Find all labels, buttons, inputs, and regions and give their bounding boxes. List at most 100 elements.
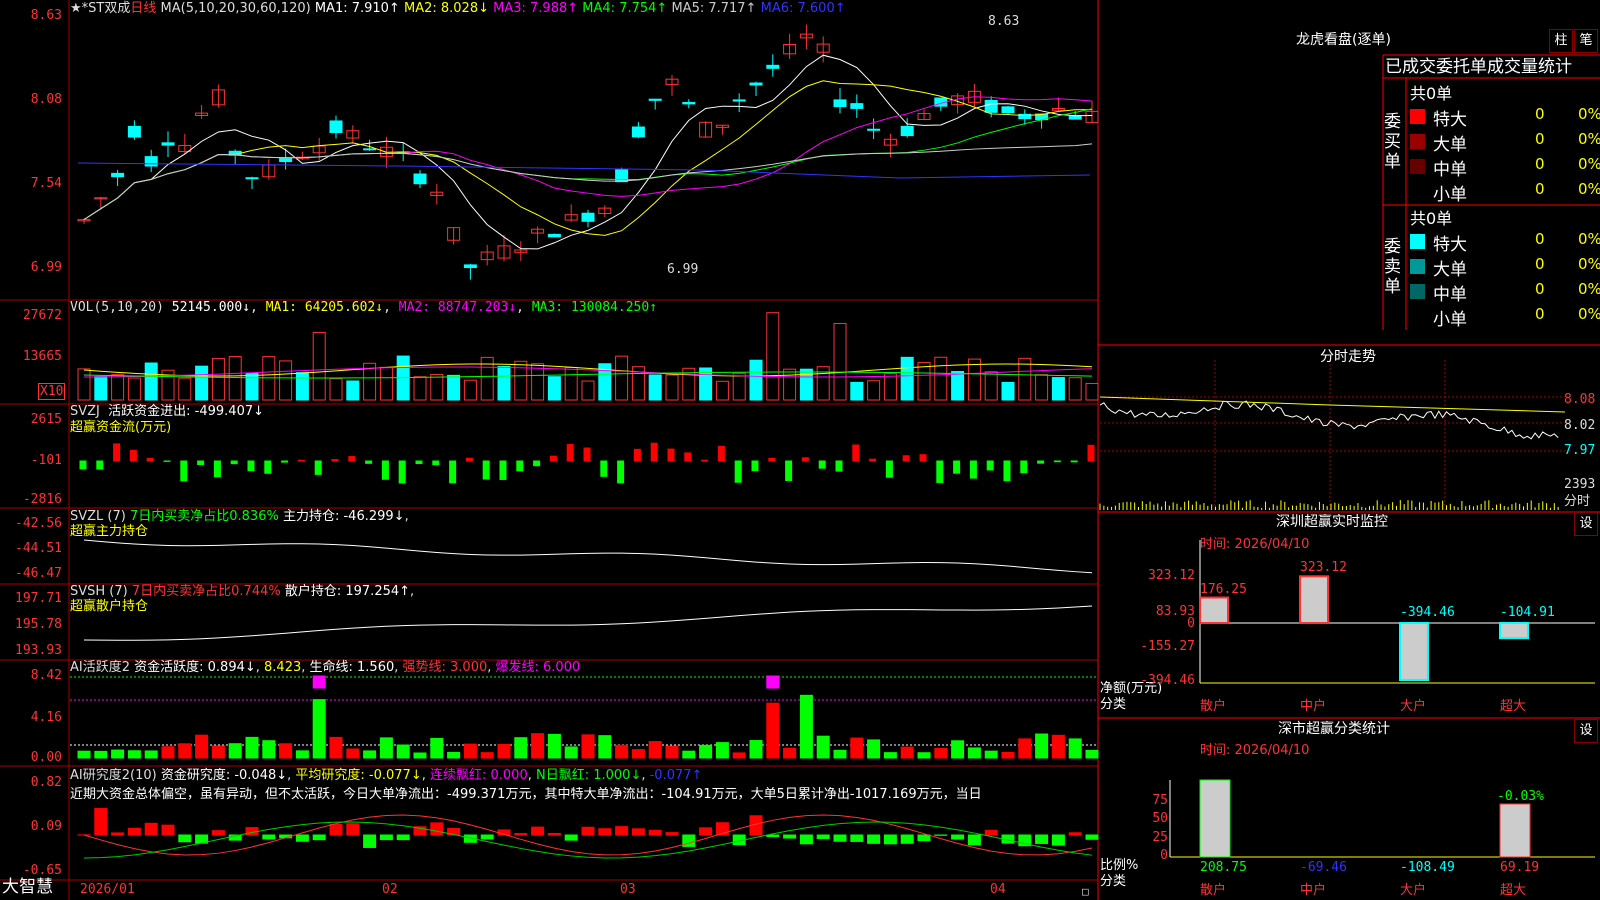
activity-bar: [1035, 733, 1049, 759]
svzl-ratio: 7日内买卖净占比0.836%: [129, 509, 279, 524]
stats-bar-retail: [1199, 779, 1231, 858]
flow-bar: [449, 460, 457, 484]
ai-commentary: 近期大资金总体偏空，虽有异动，但不太活跃，今日大单净流出：-499.371万元，…: [70, 787, 982, 802]
intraday-price-tick: 7.97: [1564, 443, 1596, 458]
activity-bar: [94, 750, 108, 759]
research-bar: [648, 829, 662, 836]
sz-stats-top-label: -0.03%: [1497, 789, 1544, 804]
sz-stats-y-tick: 0: [1160, 848, 1168, 863]
flow-bar: [667, 448, 675, 462]
research-bar: [480, 834, 494, 840]
flow-bar: [129, 449, 137, 462]
chart-canvas[interactable]: [0, 0, 1600, 900]
ai-continuous-red: 连续飘红: 0.000: [429, 768, 528, 783]
ai-burstline: 爆发线: 6.000: [495, 660, 581, 675]
main-holding-line: [83, 539, 1093, 574]
research-bar: [396, 834, 410, 841]
sz-monitor-value-label: -394.46: [1400, 605, 1455, 620]
candle-body: [144, 156, 158, 167]
svzl-holding: 主力持仓: -46.299↓: [282, 509, 405, 524]
date-tick: 03: [620, 882, 636, 897]
activity-bar: [934, 747, 948, 759]
activity-bar: [161, 746, 175, 759]
buy-row-name: 特大: [1433, 110, 1467, 130]
research-bar: [917, 834, 931, 842]
ai-research-name: AI研究度2(10): [70, 768, 157, 783]
research-bar: [531, 826, 545, 836]
volume-bar: [547, 376, 561, 401]
activity-bar: [850, 737, 864, 759]
tick-mode-button[interactable]: 笔: [1574, 29, 1598, 53]
intraday-price-tick: 8.02: [1564, 418, 1596, 433]
ma3-label: MA3: 7.988↑: [493, 1, 579, 16]
volume-bar: [111, 374, 125, 401]
activity-bar: [245, 736, 259, 759]
candle-body: [631, 126, 645, 138]
flow-bar: [549, 455, 557, 462]
activity-bar: [732, 752, 746, 759]
svsh-name: SVSH (7): [70, 584, 128, 599]
research-bar: [144, 822, 158, 836]
activity-bar: [984, 750, 998, 759]
stock-name[interactable]: ★*ST双成: [70, 1, 130, 16]
buy-color-swatch: [1410, 134, 1425, 149]
volume-bar: [883, 373, 897, 401]
vol-ma2: MA2: 88747.203↓: [398, 300, 517, 315]
main-header: ★*ST双成日线 MA(5,10,20,30,60,120) MA1: 7.91…: [70, 1, 846, 16]
flow-bar: [969, 460, 977, 479]
flow-bar: [96, 460, 104, 470]
period-label[interactable]: 日线: [130, 1, 156, 16]
flow-bar: [751, 460, 759, 472]
ai-research-avg: 平均研究度: -0.077↓: [295, 768, 422, 783]
retail-holding-line: [83, 605, 1093, 641]
volume-bar: [749, 359, 763, 401]
research-bar: [363, 834, 377, 848]
lock-icon[interactable]: □: [1082, 884, 1089, 899]
volume-bar: [379, 366, 393, 401]
activity-bar: [480, 752, 494, 759]
sz-monitor-y-tick: -394.46: [1140, 673, 1195, 688]
activity-bar: [564, 746, 578, 759]
sz-stats-settings-button[interactable]: 设: [1574, 719, 1598, 743]
ai-research-header: AI研究度2(10) 资金研究度: -0.048↓, 平均研究度: -0.077…: [70, 768, 703, 783]
research-bar: [346, 823, 360, 836]
buy-row-count: 0: [1535, 180, 1545, 198]
ai-active-name: AI活跃度2: [70, 660, 130, 675]
candle-body: [749, 82, 763, 86]
activity-bar: [127, 750, 141, 759]
sell-row-pct: 0%: [1578, 255, 1600, 273]
sz-monitor-bar: [1299, 575, 1329, 624]
ma-line: [77, 162, 1091, 179]
flow-bar: [516, 460, 524, 472]
intraday-avg-line: [1099, 396, 1566, 413]
activity-bar: [178, 743, 192, 759]
sz-monitor-title: 深圳超赢实时监控: [1276, 514, 1388, 530]
volume-bar: [615, 355, 629, 401]
flow-bar: [617, 460, 625, 484]
ai-research-y-tick: -0.65: [22, 863, 62, 878]
sell-row-name: 小单: [1433, 310, 1467, 330]
flow-bar: [1037, 460, 1045, 464]
candle-body: [867, 128, 881, 131]
bar-mode-button[interactable]: 柱: [1549, 29, 1573, 53]
volume-stats-tab[interactable]: 已成交委托单成交量统计: [1385, 57, 1572, 77]
activity-bar: [531, 733, 545, 759]
intraday-price-tick: 8.08: [1564, 392, 1596, 407]
flow-bar: [650, 442, 658, 462]
flow-bar: [381, 460, 389, 480]
volume-bar: [766, 312, 780, 401]
volume-bar: [514, 360, 528, 401]
sz-monitor-settings-button[interactable]: 设: [1574, 512, 1598, 536]
svzl-header: SVZL (7) 7日内买卖净占比0.836% 主力持仓: -46.299↓,: [70, 509, 409, 524]
volume-bar: [531, 363, 545, 401]
app-logo[interactable]: 大智慧: [2, 879, 53, 896]
research-bar: [883, 834, 897, 845]
sz-stats-category: 散户: [1200, 883, 1227, 898]
buy-row-count: 0: [1535, 130, 1545, 148]
flow-bar: [297, 459, 305, 462]
sz-stats-y-tick: 75: [1152, 793, 1168, 808]
ai-active-y-tick: 0.00: [30, 750, 62, 765]
sell-color-swatch: [1410, 234, 1425, 249]
activity-bar: [1018, 738, 1032, 759]
volume-bar: [648, 374, 662, 401]
